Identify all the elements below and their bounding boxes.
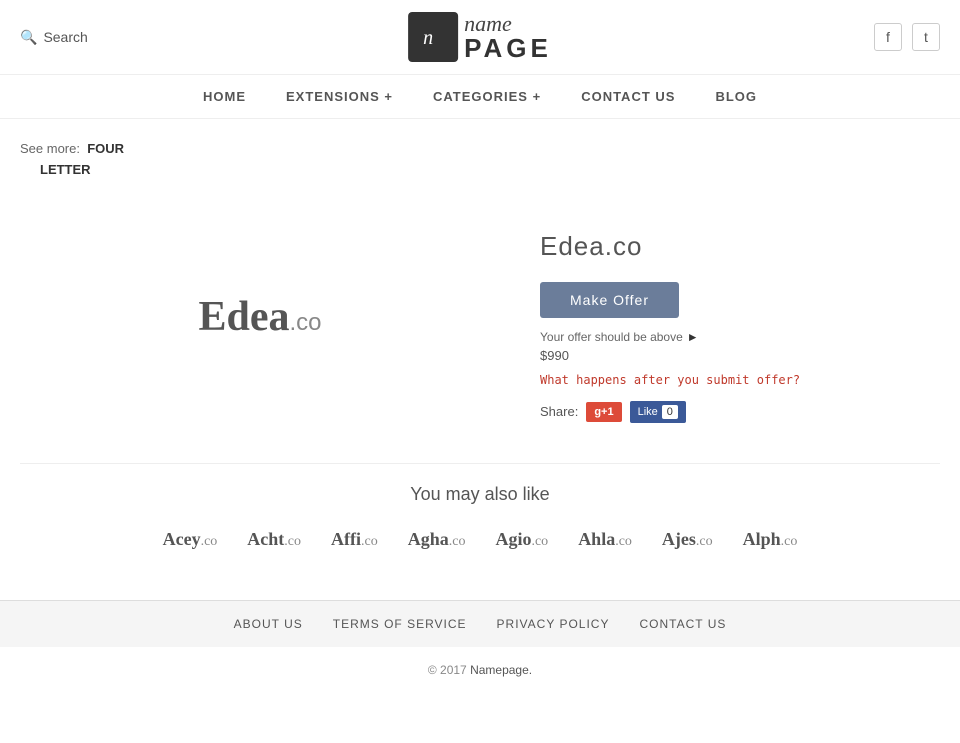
search-area[interactable]: 🔍 Search: [20, 29, 88, 46]
social-icons: f t: [874, 23, 940, 51]
domain-card-ext: .co: [531, 534, 548, 549]
domain-title: Edea.co: [540, 231, 940, 262]
facebook-icon[interactable]: f: [874, 23, 902, 51]
gplus-button[interactable]: g+1: [586, 402, 621, 422]
site-header: 🔍 Search n name PAGE f t: [0, 0, 960, 75]
offer-amount: $990: [540, 348, 940, 363]
site-footer: ABOUT US TERMS OF SERVICE PRIVACY POLICY…: [0, 600, 960, 693]
footer-copyright: © 2017 Namepage.: [0, 647, 960, 693]
domain-card-name: Affi: [331, 529, 361, 549]
domain-card-ext: .co: [361, 534, 378, 549]
fb-count: 0: [662, 405, 678, 419]
domain-card-ext: .co: [781, 534, 798, 549]
nav-categories[interactable]: CATEGORIES +: [433, 89, 541, 104]
offer-arrow-icon: ►: [687, 330, 699, 344]
list-item[interactable]: Acht.co: [247, 529, 301, 550]
logo-page: PAGE: [464, 35, 552, 61]
list-item[interactable]: Acey.co: [163, 529, 218, 550]
domain-card-name: Acht: [247, 529, 284, 549]
list-item[interactable]: Alph.co: [743, 529, 798, 550]
offer-hint-text: Your offer should be above: [540, 330, 683, 344]
svg-text:n: n: [423, 27, 433, 49]
breadcrumb-link-letter[interactable]: LETTER: [40, 162, 91, 177]
domain-card-ext: .co: [615, 534, 632, 549]
share-label: Share:: [540, 404, 578, 419]
offer-hint: Your offer should be above ►: [540, 330, 940, 344]
domain-logo-display: Edea.co: [198, 293, 321, 341]
logo-text-container: name PAGE: [464, 13, 552, 61]
domain-card-ext: .co: [284, 534, 301, 549]
also-like-grid: Acey.co Acht.co Affi.co Agha.co Agio.co …: [20, 529, 940, 550]
domain-card-name: Alph: [743, 529, 781, 549]
list-item[interactable]: Ajes.co: [662, 529, 713, 550]
list-item[interactable]: Agha.co: [408, 529, 466, 550]
footer-links: ABOUT US TERMS OF SERVICE PRIVACY POLICY…: [0, 600, 960, 647]
what-happens-link[interactable]: What happens after you submit offer?: [540, 373, 940, 387]
copyright-year: © 2017: [428, 663, 467, 677]
search-icon: 🔍: [20, 29, 37, 46]
domain-section: Edea.co Edea.co Make Offer Your offer sh…: [20, 211, 940, 423]
domain-card-name: Acey: [163, 529, 201, 549]
logo[interactable]: n name PAGE: [408, 12, 552, 62]
main-nav: HOME EXTENSIONS + CATEGORIES + CONTACT U…: [0, 75, 960, 119]
domain-card-ext: .co: [696, 534, 713, 549]
make-offer-button[interactable]: Make Offer: [540, 282, 679, 318]
footer-link-about[interactable]: ABOUT US: [234, 617, 303, 631]
nav-extensions[interactable]: EXTENSIONS +: [286, 89, 393, 104]
nav-contact[interactable]: CONTACT US: [581, 89, 675, 104]
domain-card-name: Ajes: [662, 529, 696, 549]
nav-home[interactable]: HOME: [203, 89, 246, 104]
fb-like-button[interactable]: Like 0: [630, 401, 686, 423]
footer-link-privacy[interactable]: PRIVACY POLICY: [497, 617, 610, 631]
twitter-icon[interactable]: t: [912, 23, 940, 51]
footer-link-contact[interactable]: CONTACT US: [639, 617, 726, 631]
copyright-brand[interactable]: Namepage.: [470, 663, 532, 677]
domain-card-name: Agha: [408, 529, 449, 549]
domain-info: Edea.co Make Offer Your offer should be …: [540, 211, 940, 423]
domain-card-name: Agio: [495, 529, 531, 549]
domain-logo-name: Edea: [198, 294, 289, 340]
main-content: See more: FOUR LETTER Edea.co Edea.co Ma…: [0, 119, 960, 600]
logo-svg: n: [418, 22, 448, 52]
fb-like-label: Like: [638, 406, 658, 418]
list-item[interactable]: Ahla.co: [578, 529, 632, 550]
footer-link-terms[interactable]: TERMS OF SERVICE: [333, 617, 467, 631]
search-label[interactable]: Search: [43, 29, 87, 45]
breadcrumb: See more: FOUR LETTER: [20, 139, 940, 181]
domain-card-ext: .co: [449, 534, 466, 549]
logo-name: name: [464, 13, 552, 35]
also-like-title: You may also like: [20, 484, 940, 505]
also-like-section: You may also like Acey.co Acht.co Affi.c…: [20, 463, 940, 580]
breadcrumb-link-four[interactable]: FOUR: [87, 141, 124, 156]
share-row: Share: g+1 Like 0: [540, 401, 940, 423]
domain-card-name: Ahla: [578, 529, 615, 549]
domain-card-ext: .co: [201, 534, 218, 549]
domain-logo-area: Edea.co: [20, 211, 500, 423]
logo-area: n name PAGE: [408, 12, 552, 62]
logo-icon: n: [408, 12, 458, 62]
breadcrumb-prefix: See more:: [20, 141, 80, 156]
list-item[interactable]: Agio.co: [495, 529, 548, 550]
nav-blog[interactable]: BLOG: [715, 89, 757, 104]
list-item[interactable]: Affi.co: [331, 529, 378, 550]
domain-logo-ext: .co: [290, 309, 322, 336]
